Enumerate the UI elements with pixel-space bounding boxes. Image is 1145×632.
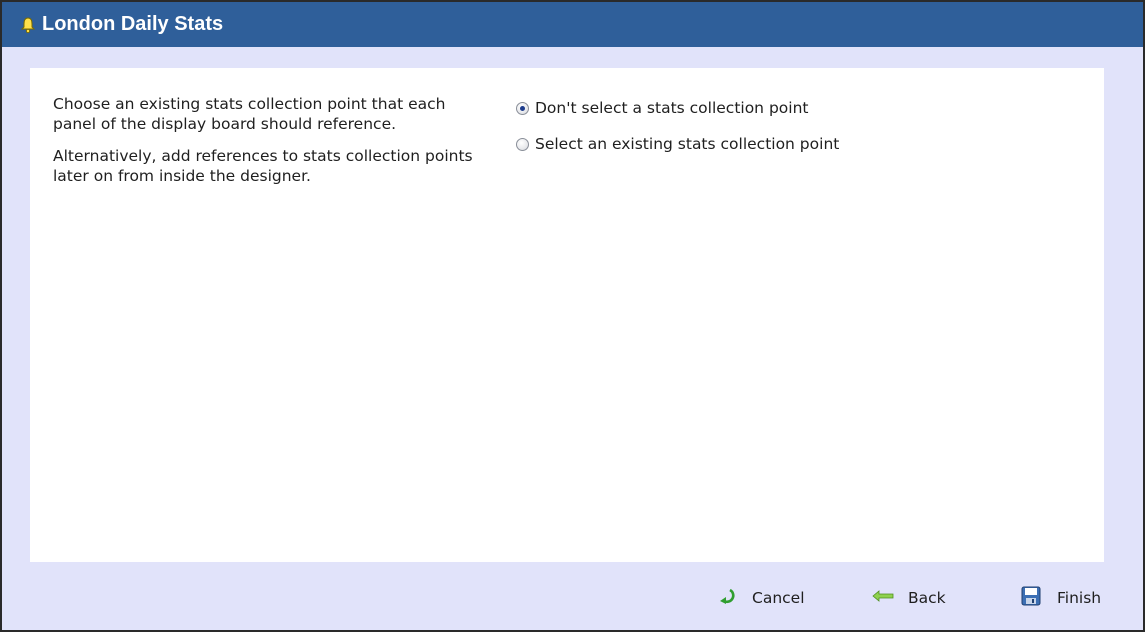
content-panel: Choose an existing stats collection poin… [30,68,1104,562]
bell-icon [19,16,37,34]
radio-dont-select[interactable] [516,101,529,115]
collection-point-options: Don't select a stats collection point Se… [516,98,839,170]
back-arrow-icon [872,589,894,607]
wizard-window: London Daily Stats Choose an existing st… [0,0,1145,632]
instructions: Choose an existing stats collection poin… [53,94,473,198]
cancel-label[interactable]: Cancel [752,589,805,607]
instructions-paragraph-1: Choose an existing stats collection poin… [53,95,446,133]
option-select-existing-label[interactable]: Select an existing stats collection poin… [535,135,839,153]
option-dont-select[interactable]: Don't select a stats collection point [516,98,839,118]
save-disk-icon [1021,586,1041,610]
back-button[interactable]: Back [872,585,946,611]
back-label[interactable]: Back [908,589,946,607]
title-bar: London Daily Stats [2,2,1143,47]
option-select-existing[interactable]: Select an existing stats collection poin… [516,134,839,154]
cancel-icon [718,586,738,610]
finish-label[interactable]: Finish [1057,589,1101,607]
radio-select-existing[interactable] [516,137,529,151]
window-title: London Daily Stats [42,13,224,35]
option-dont-select-label[interactable]: Don't select a stats collection point [535,99,808,117]
instructions-paragraph-2: Alternatively, add references to stats c… [53,147,473,185]
finish-button[interactable]: Finish [1021,585,1101,611]
cancel-button[interactable]: Cancel [718,585,805,611]
